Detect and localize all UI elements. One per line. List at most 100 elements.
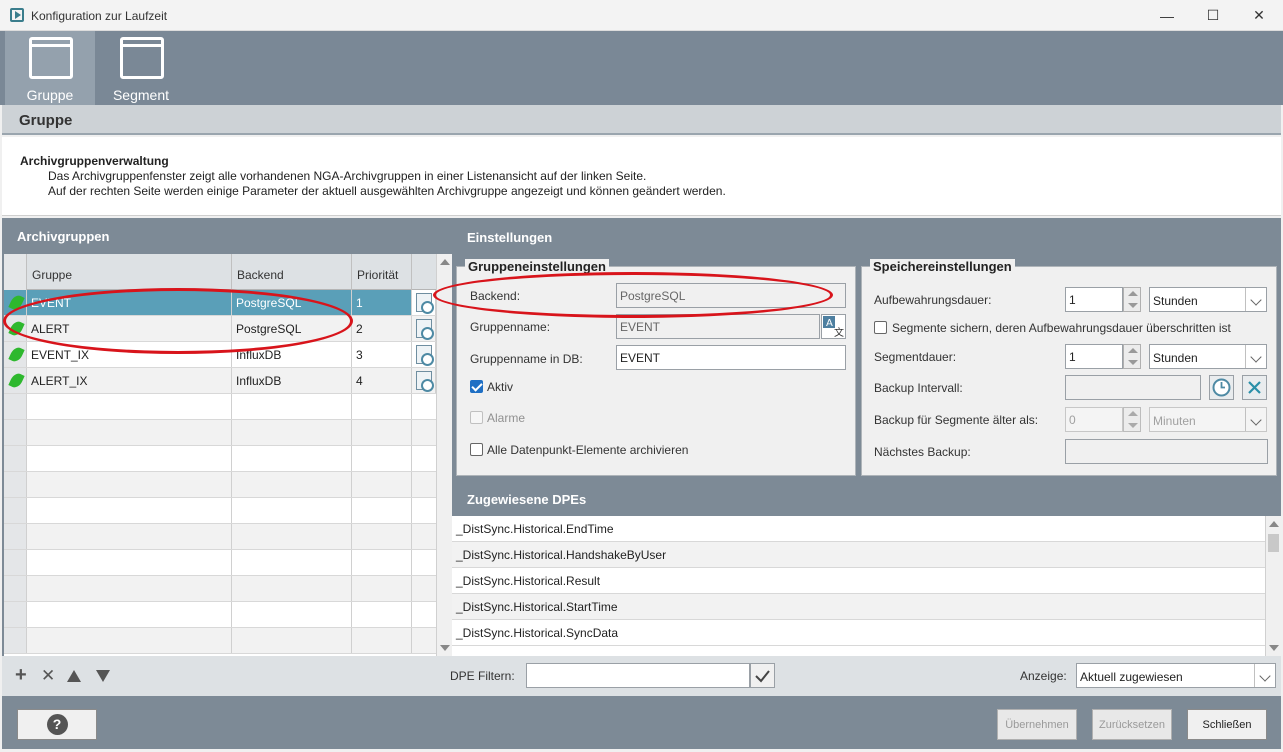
svg-text:A: A bbox=[826, 318, 833, 329]
backup-aelter-spinner[interactable] bbox=[1123, 407, 1141, 432]
segmentdauer-spinner[interactable] bbox=[1123, 344, 1141, 369]
aufbewahrung-unit-select[interactable]: Stunden bbox=[1149, 287, 1267, 312]
column-header-gruppe[interactable]: Gruppe bbox=[27, 254, 232, 290]
scroll-up-icon[interactable] bbox=[440, 259, 450, 265]
dpe-filter-input[interactable] bbox=[526, 663, 750, 688]
tool-segment[interactable]: Segment bbox=[96, 31, 186, 105]
move-up-icon[interactable] bbox=[67, 670, 81, 682]
row-gutter bbox=[4, 628, 27, 653]
cell-empty bbox=[232, 550, 352, 575]
cell-backend: PostgreSQL bbox=[232, 290, 352, 315]
backup-aelter-input[interactable]: 0 bbox=[1065, 407, 1123, 432]
scroll-down-icon[interactable] bbox=[1269, 645, 1279, 651]
scroll-up-icon[interactable] bbox=[1269, 521, 1279, 527]
section-header: Gruppe bbox=[2, 105, 1281, 135]
aktiv-checkbox[interactable] bbox=[470, 380, 483, 393]
chevron-down-icon bbox=[1254, 664, 1275, 687]
main-area: Archivgruppen Einstellungen Gruppe Backe… bbox=[2, 218, 1281, 749]
move-down-icon[interactable] bbox=[96, 670, 110, 682]
zuruecksetzen-button[interactable]: Zurücksetzen bbox=[1092, 709, 1172, 740]
list-item[interactable]: _DistSync.Historical.Result bbox=[452, 568, 1265, 594]
schliessen-button[interactable]: Schließen bbox=[1187, 709, 1267, 740]
cell-empty bbox=[352, 394, 412, 419]
aufbewahrung-spinner[interactable] bbox=[1123, 287, 1141, 312]
backend-field[interactable]: PostgreSQL bbox=[616, 283, 846, 308]
cell-empty bbox=[27, 498, 232, 523]
scroll-thumb[interactable] bbox=[1268, 534, 1279, 552]
cell-empty bbox=[27, 628, 232, 653]
cell-gruppe: ALERT bbox=[27, 316, 232, 341]
backup-clear-button[interactable] bbox=[1242, 375, 1267, 400]
config-cell[interactable] bbox=[412, 342, 436, 367]
chevron-down-icon bbox=[1245, 288, 1266, 311]
help-icon: ? bbox=[46, 714, 68, 735]
row-gutter bbox=[4, 342, 27, 367]
aufbewahrung-unit-value: Stunden bbox=[1153, 294, 1198, 308]
gruppenname-db-field[interactable]: EVENT bbox=[616, 345, 846, 370]
cell-empty bbox=[27, 446, 232, 471]
remove-group-button[interactable]: ✕ bbox=[41, 666, 55, 686]
archivgruppen-table: Gruppe Backend Priorität EVENT PostgreSQ… bbox=[4, 254, 436, 656]
alle-dpe-checkbox[interactable] bbox=[470, 443, 483, 456]
translate-button[interactable]: A 文 bbox=[821, 314, 846, 339]
list-item[interactable]: _DistSync.Historical.HandshakeByUser bbox=[452, 542, 1265, 568]
chevron-down-icon bbox=[1245, 408, 1266, 431]
list-item[interactable]: _DistSync.Historical.EndTime bbox=[452, 516, 1265, 542]
segmentdauer-input[interactable]: 1 bbox=[1065, 344, 1123, 369]
segmente-sichern-checkbox[interactable] bbox=[874, 321, 887, 334]
header-gutter bbox=[4, 254, 27, 290]
scroll-down-icon[interactable] bbox=[440, 645, 450, 651]
segmente-sichern-label: Segmente sichern, deren Aufbewahrungsdau… bbox=[892, 321, 1231, 335]
minimize-button[interactable]: — bbox=[1144, 0, 1190, 31]
empty-row bbox=[4, 472, 436, 498]
backup-aelter-unit-select[interactable]: Minuten bbox=[1149, 407, 1267, 432]
list-item[interactable]: _DistSync.Historical.StartTime bbox=[452, 594, 1265, 620]
segmentdauer-unit-select[interactable]: Stunden bbox=[1149, 344, 1267, 369]
uebernehmen-button[interactable]: Übernehmen bbox=[997, 709, 1077, 740]
maximize-button[interactable]: ☐ bbox=[1190, 0, 1236, 31]
config-cell[interactable] bbox=[412, 368, 436, 393]
dpe-scrollbar[interactable] bbox=[1265, 516, 1281, 656]
window-icon bbox=[120, 37, 164, 79]
tool-gruppe-label: Gruppe bbox=[26, 87, 74, 103]
config-cell[interactable] bbox=[412, 290, 436, 315]
cell-empty bbox=[232, 576, 352, 601]
list-item[interactable]: _DistSync.Historical.SyncData bbox=[452, 620, 1265, 646]
cell-empty bbox=[232, 602, 352, 627]
add-group-button[interactable]: + bbox=[15, 664, 27, 687]
leaf-icon bbox=[8, 293, 25, 312]
alarme-label: Alarme bbox=[487, 411, 526, 425]
gruppenname-field[interactable]: EVENT bbox=[616, 314, 820, 339]
archivgruppen-title: Archivgruppen bbox=[17, 229, 110, 244]
cell-empty bbox=[232, 524, 352, 549]
einstellungen-title: Einstellungen bbox=[467, 230, 553, 245]
cell-gruppe: ALERT_IX bbox=[27, 368, 232, 393]
dpe-filter-apply-button[interactable] bbox=[750, 663, 775, 688]
table-row[interactable]: EVENT PostgreSQL 1 bbox=[4, 290, 436, 316]
config-cell[interactable] bbox=[412, 316, 436, 341]
row-gutter bbox=[4, 368, 27, 393]
cell-empty bbox=[232, 394, 352, 419]
speichereinstellungen-group: Speichereinstellungen Aufbewahrungsdauer… bbox=[861, 259, 1277, 476]
row-gutter bbox=[4, 524, 27, 549]
naechstes-backup-field[interactable] bbox=[1065, 439, 1268, 464]
column-header-prioritaet[interactable]: Priorität bbox=[352, 254, 412, 290]
table-row[interactable]: ALERT_IX InfluxDB 4 bbox=[4, 368, 436, 394]
tool-gruppe[interactable]: Gruppe bbox=[5, 31, 95, 105]
backup-intervall-field[interactable] bbox=[1065, 375, 1201, 400]
close-window-button[interactable]: ✕ bbox=[1236, 0, 1282, 31]
backup-clock-button[interactable] bbox=[1209, 375, 1234, 400]
cell-empty bbox=[352, 602, 412, 627]
aufbewahrung-label: Aufbewahrungsdauer: bbox=[874, 293, 992, 307]
cell-empty bbox=[232, 472, 352, 497]
table-row[interactable]: ALERT PostgreSQL 2 bbox=[4, 316, 436, 342]
alarme-checkbox[interactable] bbox=[470, 411, 483, 424]
anzeige-select[interactable]: Aktuell zugewiesen bbox=[1076, 663, 1276, 688]
help-button[interactable]: ? bbox=[17, 709, 97, 740]
table-row[interactable]: EVENT_IX InfluxDB 3 bbox=[4, 342, 436, 368]
aufbewahrung-input[interactable]: 1 bbox=[1065, 287, 1123, 312]
column-header-backend[interactable]: Backend bbox=[232, 254, 352, 290]
table-scrollbar[interactable] bbox=[436, 254, 452, 656]
row-gutter bbox=[4, 472, 27, 497]
leaf-icon bbox=[8, 345, 25, 364]
